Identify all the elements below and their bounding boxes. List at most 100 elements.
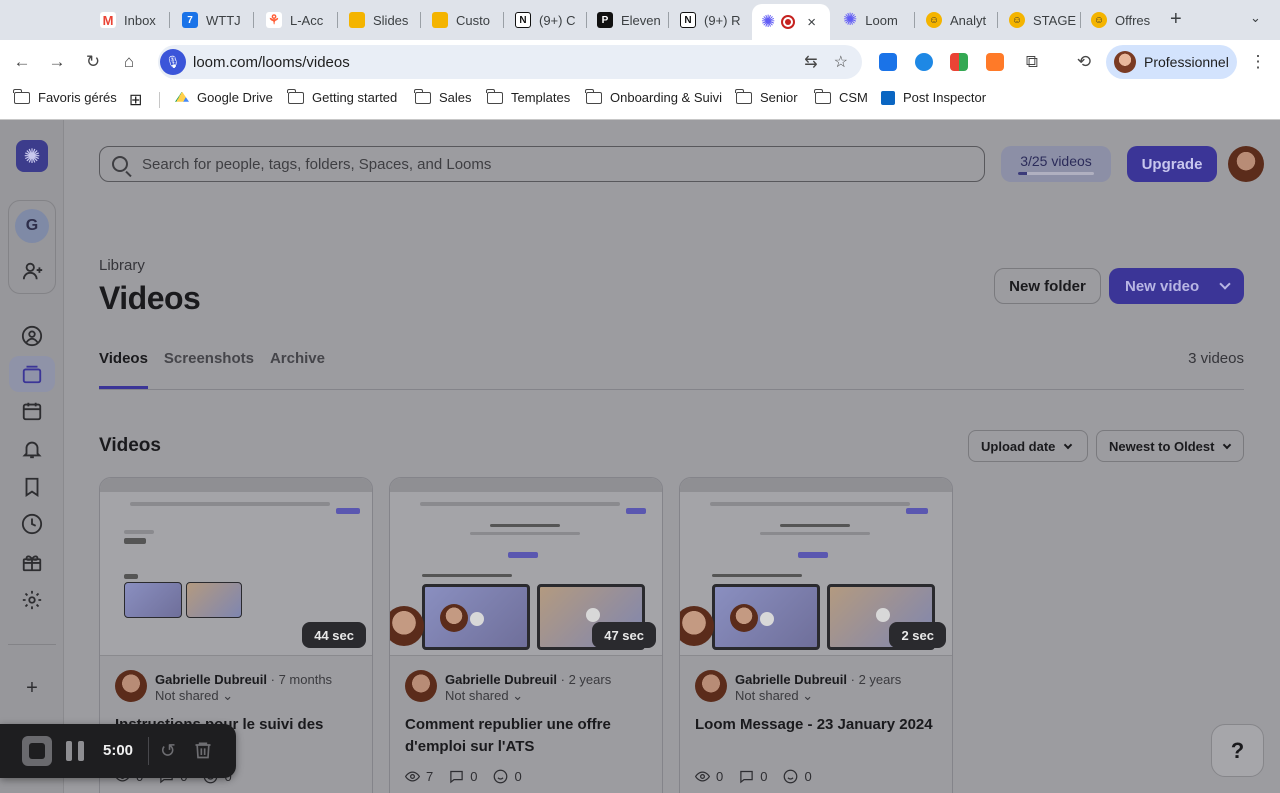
tab-slides[interactable]: Slides — [349, 6, 421, 34]
bookmark-managed[interactable]: Favoris gérés — [13, 88, 117, 105]
new-folder-button[interactable]: New folder — [994, 268, 1101, 304]
forward-arrow-icon[interactable]: → — [45, 50, 69, 74]
translate-icon[interactable]: ⇆ — [804, 52, 817, 72]
tab-notion-r[interactable]: N (9+) R — [680, 6, 750, 34]
profile-button[interactable]: Professionnel — [1106, 45, 1237, 79]
upgrade-button[interactable]: Upgrade — [1127, 146, 1217, 182]
kebab-menu-icon[interactable]: ⋮ — [1246, 50, 1270, 74]
bookmark-templates[interactable]: Templates — [486, 88, 570, 105]
video-thumbnail[interactable]: 2 sec — [680, 478, 952, 656]
video-thumbnail[interactable]: 44 sec — [100, 478, 372, 656]
trash-icon[interactable] — [193, 739, 213, 766]
recording-timer: 5:00 — [103, 742, 134, 759]
tab-loom[interactable]: ✺ Loom — [843, 6, 915, 34]
sharing-dropdown[interactable]: Not shared ⌄ — [155, 688, 233, 704]
tab-search-chevron-icon[interactable]: ⌄ — [1250, 10, 1261, 26]
sort-by-dropdown[interactable]: Upload date — [968, 430, 1088, 462]
restart-icon[interactable]: ↺ — [160, 740, 176, 763]
extension-icon[interactable] — [950, 53, 968, 71]
search-input[interactable]: Search for people, tags, folders, Spaces… — [99, 146, 985, 182]
address-bar[interactable]: 🎙 loom.com/looms/videos ⇆ ☆ — [158, 45, 862, 79]
tab-loom-active[interactable]: ✺ × — [752, 4, 830, 40]
performance-icon[interactable]: ⟲ — [1072, 50, 1096, 74]
calendar-icon[interactable] — [20, 399, 44, 423]
chevron-down-icon: ⌄ — [802, 688, 814, 703]
tab-videos[interactable]: Videos — [99, 350, 148, 389]
bookmark-senior[interactable]: Senior — [735, 88, 798, 105]
avatar[interactable] — [1228, 146, 1264, 182]
sharing-dropdown[interactable]: Not shared ⌄ — [735, 688, 813, 704]
smile-icon: ☺ — [926, 12, 942, 28]
add-user-icon[interactable] — [21, 259, 45, 283]
bookmark-csm[interactable]: CSM — [814, 88, 868, 105]
puzzle-extensions-icon[interactable]: ⧉ — [1020, 50, 1044, 74]
tab-notion-c[interactable]: N (9+) C — [515, 6, 587, 34]
tab-l-acc[interactable]: ⚘ L-Acc — [266, 6, 338, 34]
library-icon[interactable] — [20, 362, 44, 386]
extension-icon[interactable] — [915, 53, 933, 71]
video-quota-badge[interactable]: 3/25 videos — [1001, 146, 1111, 182]
tab-archive[interactable]: Archive — [270, 350, 325, 367]
author-name: Gabrielle Dubreuil — [735, 672, 847, 687]
extension-icon[interactable] — [879, 53, 897, 71]
tab-screenshots[interactable]: Screenshots — [164, 350, 254, 367]
apps-grid-icon[interactable]: ⊞ — [129, 90, 142, 110]
new-video-button[interactable]: New video — [1109, 268, 1244, 304]
tab-offres[interactable]: ☺ Offres — [1091, 6, 1163, 34]
tab-wttj[interactable]: 7 WTTJ — [182, 6, 254, 34]
workspace-avatar[interactable]: G — [15, 209, 49, 243]
bookmark-getting-started[interactable]: Getting started — [287, 88, 397, 105]
new-tab-button[interactable]: + — [1170, 8, 1182, 31]
back-arrow-icon[interactable]: ← — [10, 50, 34, 74]
reload-icon[interactable]: ↻ — [81, 50, 105, 74]
profile-circle-icon[interactable] — [20, 324, 44, 348]
video-title[interactable]: Loom Message - 23 January 2024 — [695, 714, 945, 736]
clock-icon[interactable] — [20, 512, 44, 536]
site-info-icon[interactable]: 🎙 — [160, 49, 186, 75]
reactions-count: 0 — [514, 769, 522, 784]
pause-icon[interactable] — [66, 741, 84, 761]
bookmark-onboarding[interactable]: Onboarding & Suivi — [585, 88, 722, 105]
close-tab-icon[interactable]: × — [807, 14, 816, 31]
hubspot-extension-icon[interactable] — [986, 53, 1004, 71]
author-name: Gabrielle Dubreuil — [155, 672, 267, 687]
video-card[interactable]: 2 sec Gabrielle Dubreuil · 2 years Not s… — [679, 477, 953, 793]
bookmark-post-inspector[interactable]: Post Inspector — [881, 90, 986, 105]
folder-icon — [414, 88, 431, 104]
video-title[interactable]: Comment republier une offre d'emploi sur… — [405, 714, 655, 758]
tab-stage[interactable]: ☺ STAGE — [1009, 6, 1081, 34]
plus-icon[interactable]: + — [20, 676, 44, 700]
slides-icon — [432, 12, 448, 28]
notion-icon: N — [515, 12, 531, 28]
video-card[interactable]: 47 sec Gabrielle Dubreuil · 2 years Not … — [389, 477, 663, 793]
thumbnail-line — [490, 524, 560, 527]
loom-logo-icon[interactable]: ✺ — [16, 140, 48, 172]
home-icon[interactable]: ⌂ — [117, 50, 141, 74]
tab-eleven[interactable]: P Eleven — [597, 6, 669, 34]
bookmark-google-drive[interactable]: Google Drive — [175, 90, 273, 105]
gear-icon[interactable] — [20, 588, 44, 612]
breadcrumb[interactable]: Library — [99, 257, 145, 274]
play-icon — [470, 612, 484, 626]
bookmark-icon[interactable] — [20, 475, 44, 499]
smile-icon: ☺ — [1009, 12, 1025, 28]
gift-icon[interactable] — [20, 550, 44, 574]
url-text[interactable]: loom.com/looms/videos — [193, 54, 350, 71]
bell-icon[interactable] — [20, 437, 44, 461]
video-thumbnail[interactable]: 47 sec — [390, 478, 662, 656]
bookmark-divider — [159, 92, 160, 108]
tab-inbox[interactable]: M Inbox — [100, 6, 170, 34]
stop-recording-button[interactable] — [22, 736, 52, 766]
slides-icon — [349, 12, 365, 28]
sort-order-dropdown[interactable]: Newest to Oldest — [1096, 430, 1244, 462]
bookmark-label: CSM — [839, 90, 868, 105]
tab-custo[interactable]: Custo — [432, 6, 504, 34]
bookmark-label: Senior — [760, 90, 798, 105]
bookmark-sales[interactable]: Sales — [414, 88, 472, 105]
new-video-label: New video — [1125, 277, 1200, 295]
tab-analyt[interactable]: ☺ Analyt — [926, 6, 998, 34]
sharing-dropdown[interactable]: Not shared ⌄ — [445, 688, 523, 704]
views-count: 0 — [716, 769, 724, 784]
bookmark-star-icon[interactable]: ☆ — [834, 52, 848, 72]
help-button[interactable]: ? — [1211, 724, 1264, 777]
